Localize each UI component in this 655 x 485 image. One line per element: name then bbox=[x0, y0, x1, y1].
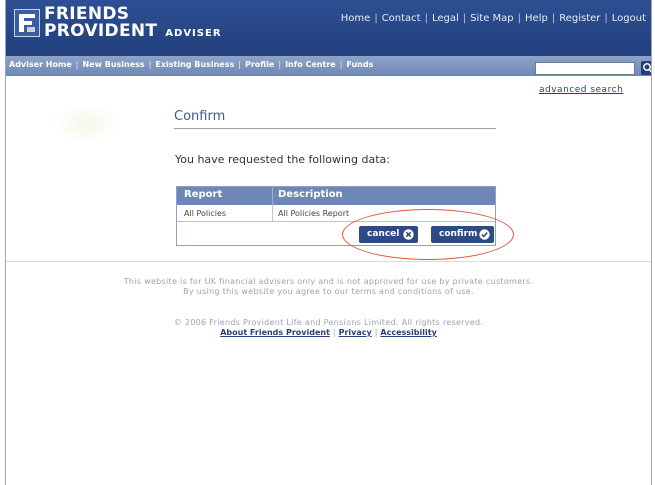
footer-disclaimer-1: This website is for UK financial adviser… bbox=[123, 277, 534, 286]
highlight-ellipse bbox=[342, 209, 514, 260]
logo-icon bbox=[14, 9, 40, 37]
page-title: Confirm bbox=[174, 109, 226, 124]
top-nav-legal[interactable]: Legal bbox=[432, 13, 459, 24]
footer-disclaimer-2: By using this website you agree to our t… bbox=[183, 287, 474, 296]
nav-existing-business[interactable]: Existing Business bbox=[155, 60, 234, 69]
brand-line2: PROVIDENT ADVISER bbox=[44, 23, 222, 42]
top-nav-help[interactable]: Help bbox=[525, 13, 548, 24]
site-header: FRIENDS PROVIDENT ADVISER Home | Contact | Le… bbox=[6, 0, 651, 56]
nav-funds[interactable]: Funds bbox=[346, 60, 373, 69]
top-nav-site-map[interactable]: Site Map bbox=[470, 13, 513, 24]
column-header-description: Description bbox=[278, 189, 343, 200]
footer-divider bbox=[6, 261, 651, 262]
nav-new-business[interactable]: New Business bbox=[82, 60, 144, 69]
advanced-search-link[interactable]: advanced search bbox=[539, 85, 623, 95]
brand-sub: ADVISER bbox=[165, 28, 222, 39]
main-nav: Adviser Home | New Business | Existing Busin… bbox=[9, 60, 374, 69]
brand-line2-text: PROVIDENT bbox=[44, 21, 158, 41]
top-nav-home[interactable]: Home bbox=[341, 13, 371, 24]
top-nav-logout[interactable]: Logout bbox=[612, 13, 646, 24]
cell-report: All Policies bbox=[184, 209, 227, 218]
search-icon bbox=[643, 63, 651, 73]
top-nav: Home | Contact | Legal | Site Map | Help | Registe… bbox=[340, 13, 646, 24]
footer-link-about[interactable]: About Friends Provident bbox=[220, 328, 330, 337]
title-divider bbox=[174, 128, 496, 129]
top-nav-contact[interactable]: Contact bbox=[382, 13, 421, 24]
footer-link-privacy[interactable]: Privacy bbox=[339, 328, 372, 337]
table-header: Report Description bbox=[177, 187, 495, 205]
footer-link-accessibility[interactable]: Accessibility bbox=[380, 328, 436, 337]
footer-copyright: © 2006 Friends Provident Life and Pensio… bbox=[173, 318, 484, 327]
footer-links: About Friends Provident | Privacy | Accessib… bbox=[220, 328, 437, 337]
faded-graphic bbox=[51, 103, 121, 143]
intro-text: You have requested the following data: bbox=[175, 153, 390, 166]
cell-description: All Policies Report bbox=[278, 209, 350, 218]
search-button[interactable] bbox=[641, 61, 651, 75]
nav-info-centre[interactable]: Info Centre bbox=[285, 60, 336, 69]
brand-logo: FRIENDS PROVIDENT ADVISER bbox=[44, 6, 222, 42]
column-header-report: Report bbox=[184, 189, 223, 200]
search-input[interactable] bbox=[535, 62, 635, 75]
page-frame: FRIENDS PROVIDENT ADVISER Home | Contact | Le… bbox=[5, 0, 652, 485]
top-nav-register[interactable]: Register bbox=[559, 13, 600, 24]
nav-adviser-home[interactable]: Adviser Home bbox=[9, 60, 72, 69]
nav-profile[interactable]: Profile bbox=[245, 60, 274, 69]
